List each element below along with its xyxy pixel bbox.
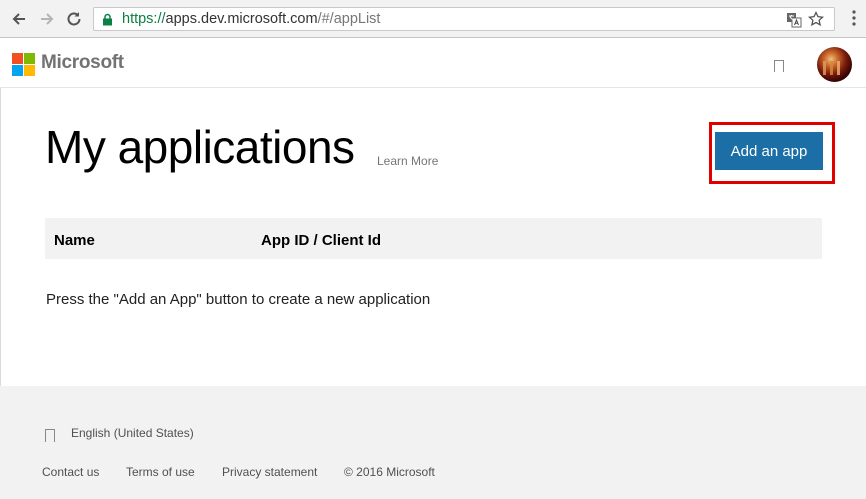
translate-icon[interactable]	[786, 12, 802, 33]
terms-of-use-link[interactable]: Terms of use	[126, 465, 195, 479]
site-header: Microsoft	[0, 38, 866, 88]
app-table-header: Name App ID / Client Id	[45, 218, 822, 259]
reload-icon[interactable]	[64, 9, 84, 29]
forward-icon[interactable]	[37, 9, 57, 29]
browser-menu-icon[interactable]	[852, 10, 856, 31]
add-app-button[interactable]: Add an app	[715, 132, 823, 170]
privacy-statement-link[interactable]: Privacy statement	[222, 465, 317, 479]
column-header-name: Name	[54, 232, 95, 249]
microsoft-logo[interactable]	[12, 53, 35, 76]
placeholder-glyph-icon[interactable]	[774, 60, 784, 72]
page-title: My applications	[45, 121, 355, 173]
contact-us-link[interactable]: Contact us	[42, 465, 99, 479]
learn-more-link[interactable]: Learn More	[377, 154, 438, 168]
column-header-app-id: App ID / Client Id	[261, 232, 381, 249]
url-scheme: https://	[122, 11, 166, 27]
page-border	[0, 88, 1, 386]
language-glyph-icon	[45, 429, 55, 442]
language-selector[interactable]: English (United States)	[71, 426, 194, 440]
browser-toolbar: https://apps.dev.microsoft.com/#/appList	[0, 0, 866, 38]
bookmark-star-icon[interactable]	[808, 10, 824, 32]
url-text: https://apps.dev.microsoft.com/#/appList	[122, 11, 380, 27]
back-icon[interactable]	[9, 9, 29, 29]
user-avatar[interactable]	[817, 47, 852, 82]
address-bar[interactable]: https://apps.dev.microsoft.com/#/appList	[93, 7, 835, 31]
lock-icon	[102, 13, 113, 31]
url-path: /#/appList	[317, 11, 381, 27]
brand-name[interactable]: Microsoft	[41, 52, 124, 74]
site-footer: English (United States) Contact us Terms…	[0, 386, 866, 499]
empty-state-message: Press the "Add an App" button to create …	[46, 291, 431, 308]
copyright-text: © 2016 Microsoft	[344, 465, 435, 479]
url-host: apps.dev.microsoft.com	[165, 11, 318, 27]
